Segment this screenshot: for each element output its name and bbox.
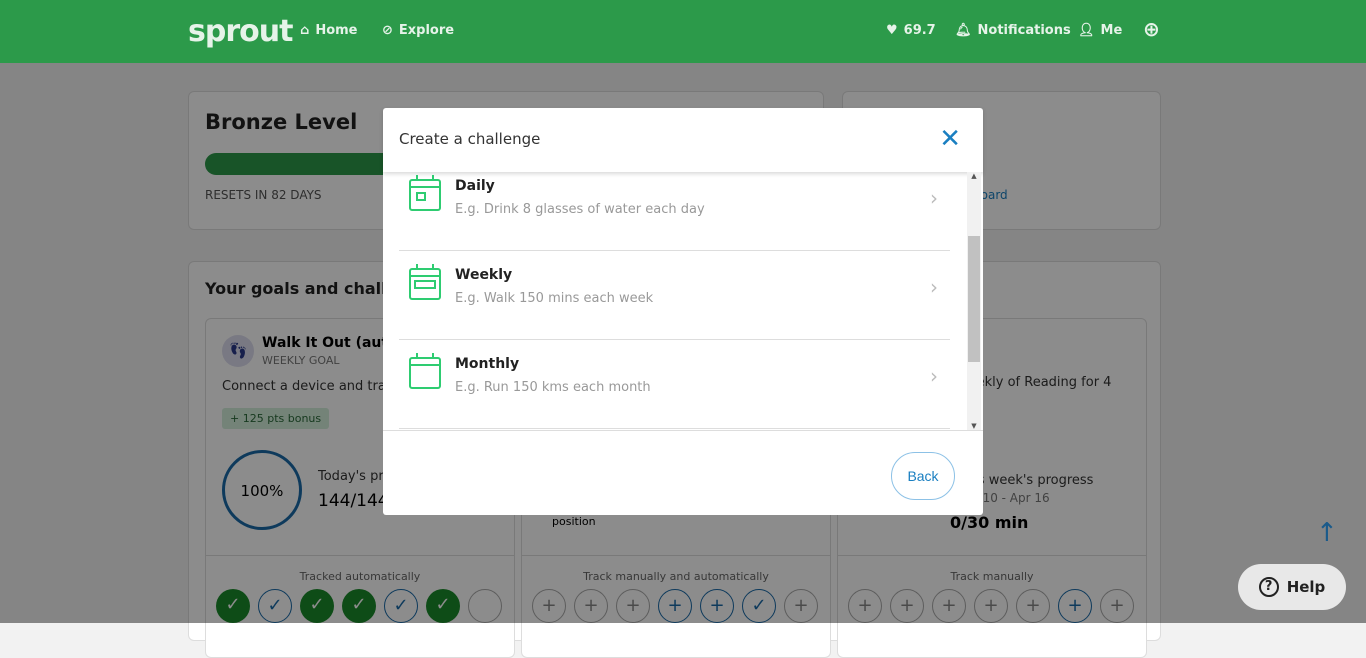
chevron-right-icon: › [930, 364, 938, 388]
calendar-month-icon [409, 353, 441, 389]
nav-explore[interactable]: ⊘ Explore [382, 23, 454, 38]
add-icon[interactable]: ⊕ [1143, 17, 1160, 41]
modal-footer: Back [383, 430, 983, 515]
modal-scrollbar[interactable]: ▲ ▼ [967, 172, 981, 430]
close-icon[interactable]: ✕ [939, 124, 961, 154]
modal-header: Create a challenge ✕ [383, 108, 983, 172]
option-monthly[interactable]: Monthly E.g. Run 150 kms each month › [399, 340, 950, 429]
help-button[interactable]: ? Help [1238, 564, 1346, 610]
heart-icon: ♥ [886, 23, 898, 38]
option-weekly[interactable]: Weekly E.g. Walk 150 mins each week › [399, 251, 950, 340]
nav-notifications[interactable]: 🔔︎ Notifications [955, 23, 1071, 38]
top-nav: sprout ⌂ Home ⊘ Explore ♥ 69.7 🔔︎ Notificati… [0, 0, 1366, 63]
compass-icon: ⊘ [382, 23, 393, 38]
nav-me[interactable]: 👤︎ Me [1078, 23, 1122, 38]
scroll-top-arrow-icon[interactable]: ↑ [1316, 518, 1338, 548]
challenge-options: Daily E.g. Drink 8 glasses of water each … [383, 172, 966, 430]
back-button[interactable]: Back [891, 452, 955, 500]
user-icon: 👤︎ [1078, 23, 1095, 38]
sprout-logo[interactable]: sprout [188, 14, 293, 49]
health-score[interactable]: ♥ 69.7 [886, 23, 936, 38]
modal-title: Create a challenge [399, 130, 541, 148]
chevron-right-icon: › [930, 275, 938, 299]
calendar-day-icon [409, 175, 441, 211]
scrollbar-thumb[interactable] [968, 236, 980, 362]
create-challenge-modal: Create a challenge ✕ Daily E.g. Drink 8 gl… [383, 108, 983, 515]
question-icon: ? [1258, 577, 1279, 597]
nav-home[interactable]: ⌂ Home [300, 23, 358, 38]
chevron-right-icon: › [930, 186, 938, 210]
home-icon: ⌂ [300, 23, 310, 38]
calendar-week-icon [409, 264, 441, 300]
option-daily[interactable]: Daily E.g. Drink 8 glasses of water each … [399, 172, 950, 251]
bell-icon: 🔔︎ [955, 23, 972, 38]
